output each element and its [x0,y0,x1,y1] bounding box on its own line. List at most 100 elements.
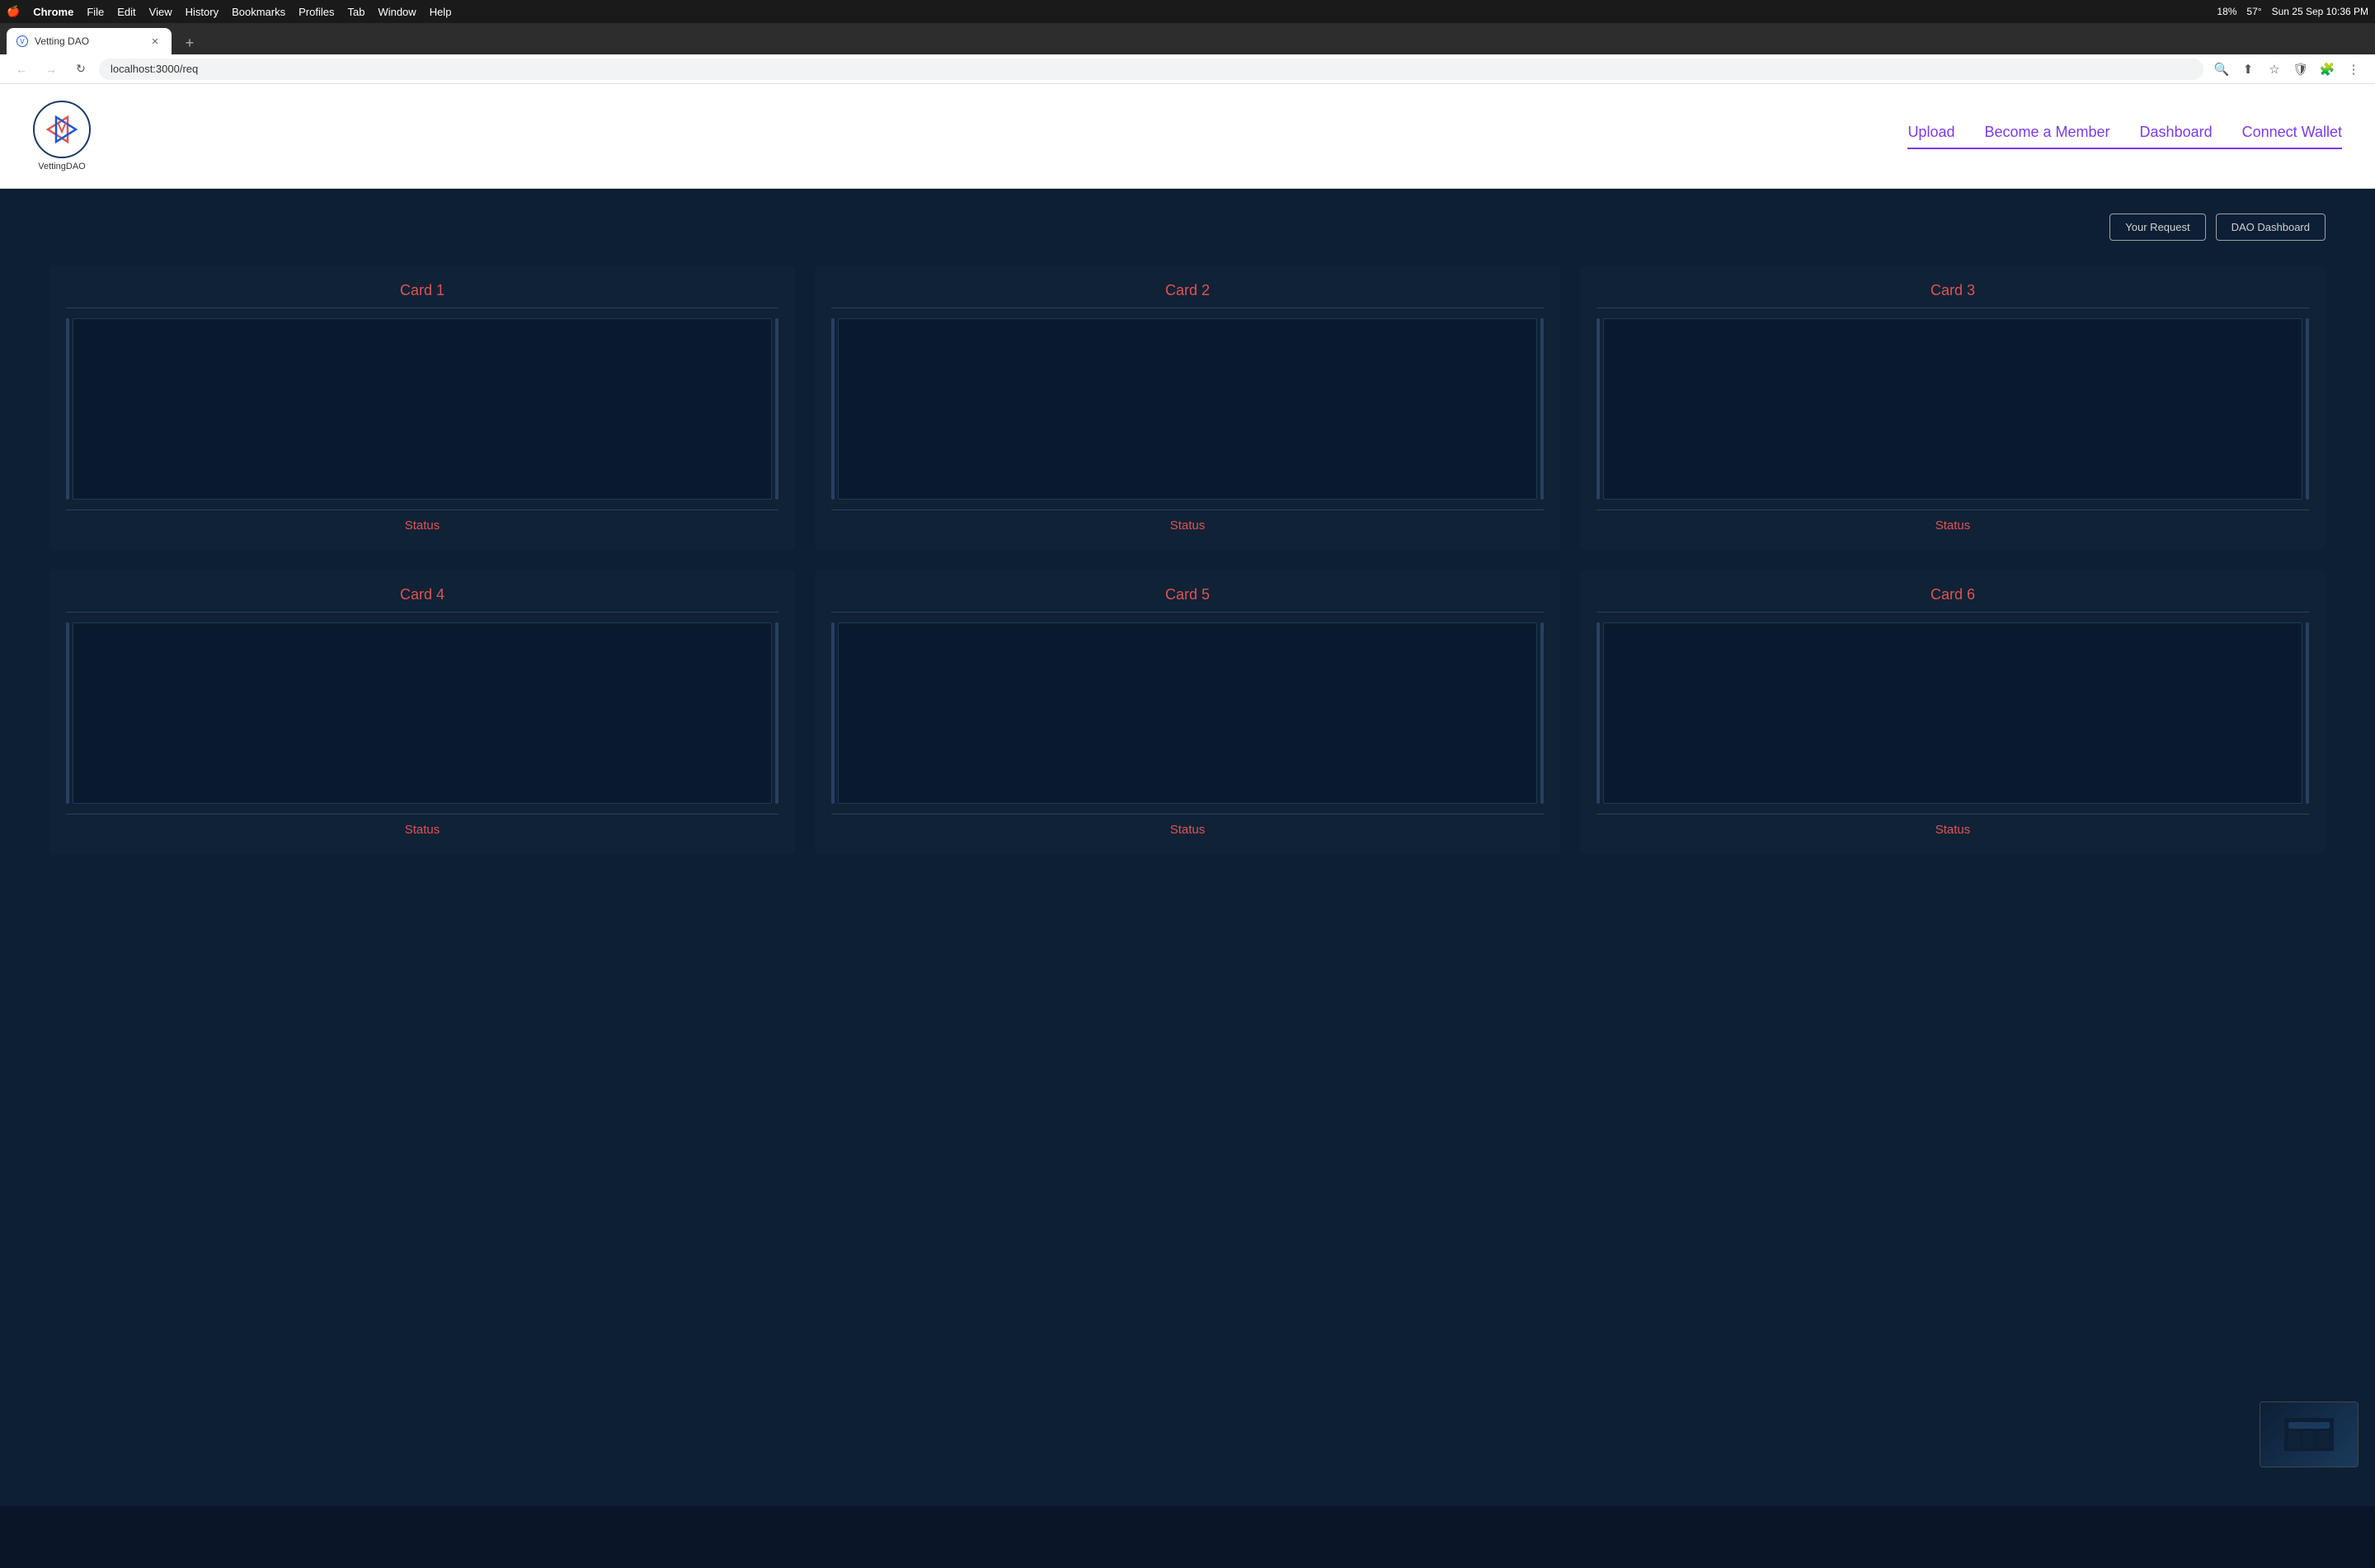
profiles-menu[interactable]: Profiles [299,6,334,18]
tab-title: Vetting DAO [35,35,142,47]
battery-status: 18% [2217,6,2236,17]
nav-connect-wallet[interactable]: Connect Wallet [2242,124,2342,141]
card-1-img-left [66,318,69,500]
shield-icon[interactable]: 🛡 [2289,58,2312,81]
card-4-title: Card 4 [66,586,778,613]
card-6-img-right [2306,622,2309,804]
card-1-status: Status [405,519,440,533]
temperature: 57° [2246,6,2261,17]
help-menu[interactable]: Help [430,6,452,18]
card-6: Card 6 Status [1580,570,2326,854]
edit-menu[interactable]: Edit [117,6,135,18]
site-body: Your Request DAO Dashboard Card 1 Status… [0,189,2375,1506]
logo-container: VettingDAO [33,101,91,171]
nav-links: Upload Become a Member Dashboard Connect… [1907,124,2342,149]
card-4: Card 4 Status [49,570,795,854]
tab-bar: V Vetting DAO ✕ + [0,23,2375,54]
tab-close-button[interactable]: ✕ [148,35,162,48]
history-menu[interactable]: History [186,6,219,18]
bookmarks-menu[interactable]: Bookmarks [232,6,285,18]
card-2-img-main [838,318,1537,500]
card-5: Card 5 Status [815,570,1560,854]
cards-grid: Card 1 Status Card 2 [49,265,2326,854]
card-4-img-main [73,622,772,804]
preview-inner [2260,1402,2358,1467]
datetime: Sun 25 Sep 10:36 PM [2272,6,2368,17]
apple-menu[interactable]: 🍎 [7,5,20,18]
card-6-img-main [1603,622,2302,804]
card-2-status: Status [1170,519,1206,533]
card-2-img-right [1540,318,1544,500]
nav-become-member[interactable]: Become a Member [1984,124,2109,141]
view-menu[interactable]: View [149,6,172,18]
card-6-image-area [1597,622,2309,804]
menubar-right: 18% 57° Sun 25 Sep 10:36 PM [2217,6,2368,17]
card-6-title: Card 6 [1597,586,2309,613]
card-1: Card 1 Status [49,265,795,550]
logo-text: VettingDAO [38,162,85,171]
card-5-status: Status [1170,823,1206,837]
share-icon[interactable]: ⬆ [2236,58,2260,81]
bookmark-icon[interactable]: ☆ [2263,58,2286,81]
card-5-image-area [831,622,1544,804]
extensions-icon[interactable]: 🧩 [2316,58,2339,81]
logo-svg [41,109,82,150]
app-name[interactable]: Chrome [33,6,73,18]
menubar: 🍎 Chrome File Edit View History Bookmark… [0,0,2375,23]
card-4-img-right [775,622,778,804]
toolbar-icons: 🔍 ⬆ ☆ 🛡 🧩 ⋮ [2210,58,2365,81]
forward-button[interactable]: → [40,58,63,81]
file-menu[interactable]: File [87,6,104,18]
card-6-status-area: Status [1597,814,2309,838]
menu-icon[interactable]: ⋮ [2342,58,2365,81]
card-4-status: Status [405,823,440,837]
card-3-image-area [1597,318,2309,500]
card-2-image-area [831,318,1544,500]
card-6-img-left [1597,622,1600,804]
browser-tab[interactable]: V Vetting DAO ✕ [7,28,172,54]
back-button[interactable]: ← [10,58,33,81]
card-5-title: Card 5 [831,586,1544,613]
page-content: VettingDAO Upload Become a Member Dashbo… [0,84,2375,1506]
address-bar: ← → ↻ 🔍 ⬆ ☆ 🛡 🧩 ⋮ [0,54,2375,84]
preview-thumbnail [2260,1401,2359,1467]
your-request-button[interactable]: Your Request [2109,214,2205,241]
tab-favicon: V [16,35,28,47]
card-2: Card 2 Status [815,265,1560,550]
card-1-status-area: Status [66,509,778,533]
card-5-img-right [1540,622,1544,804]
new-tab-button[interactable]: + [178,31,201,54]
tab-menu[interactable]: Tab [347,6,364,18]
card-3-img-main [1603,318,2302,500]
dao-dashboard-button[interactable]: DAO Dashboard [2216,214,2326,241]
action-buttons: Your Request DAO Dashboard [49,214,2326,241]
card-3-img-left [1597,318,1600,500]
search-icon[interactable]: 🔍 [2210,58,2233,81]
preview-svg [2284,1418,2334,1451]
logo-circle [33,101,91,158]
card-2-title: Card 2 [831,282,1544,308]
card-1-img-right [775,318,778,500]
card-4-img-left [66,622,69,804]
card-3-status: Status [1935,519,1971,533]
card-3-status-area: Status [1597,509,2309,533]
site-header: VettingDAO Upload Become a Member Dashbo… [0,84,2375,189]
card-2-status-area: Status [831,509,1544,533]
card-6-status: Status [1935,823,1971,837]
nav-upload[interactable]: Upload [1907,124,1954,141]
card-3-title: Card 3 [1597,282,2309,308]
card-1-title: Card 1 [66,282,778,308]
card-1-img-main [73,318,772,500]
url-input[interactable] [99,59,2203,80]
card-5-img-main [838,622,1537,804]
reload-button[interactable]: ↻ [69,58,92,81]
card-5-img-left [831,622,835,804]
nav-dashboard[interactable]: Dashboard [2140,124,2213,141]
card-3: Card 3 Status [1580,265,2326,550]
card-5-status-area: Status [831,814,1544,838]
card-4-image-area [66,622,778,804]
window-menu[interactable]: Window [378,6,416,18]
card-4-status-area: Status [66,814,778,838]
card-3-img-right [2306,318,2309,500]
card-1-image-area [66,318,778,500]
